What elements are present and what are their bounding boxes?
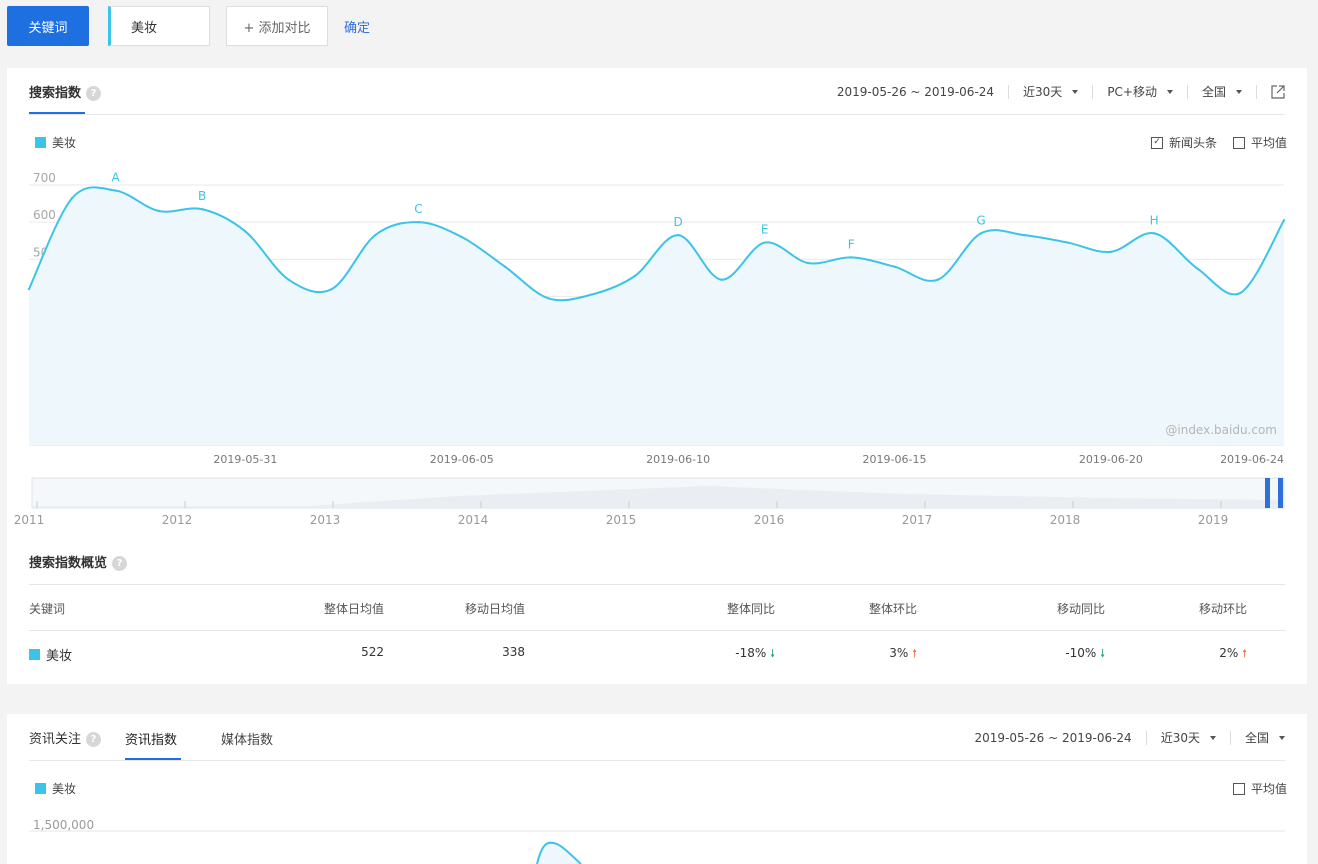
data-point[interactable] [1023, 233, 1026, 237]
header-overall-mom: 整体环比 [868, 602, 917, 616]
news-index-chart[interactable]: 1,500,000 [7, 714, 1307, 864]
data-point[interactable] [1239, 291, 1242, 294]
header-mobile-avg: 移动日均值 [464, 602, 525, 616]
row-keyword: 美妆 [29, 645, 72, 664]
arrow-down-icon: 🠗 [770, 647, 775, 660]
search-index-chart[interactable]: 100200300400500600700 ABCDEFGH 2019-05-3… [7, 68, 1307, 538]
arrow-up-icon: 🠕 [1242, 647, 1247, 660]
event-marker-label[interactable]: G [976, 213, 985, 227]
keyword-input[interactable]: 美妆 [108, 6, 210, 46]
header-overall-avg: 整体日均值 [323, 602, 384, 616]
watermark: @index.baidu.com [1165, 423, 1277, 437]
search-index-panel: 搜索指数? 2019-05-26 ~ 2019-06-24 近30天 PC+移动… [7, 68, 1307, 684]
area-fill [29, 187, 1284, 445]
x-tick-label: 2019-06-15 [863, 453, 927, 466]
range-year-label: 2011 [14, 513, 45, 527]
news-panel: 资讯关注? 资讯指数 媒体指数 2019-05-26 ~ 2019-06-24 … [7, 714, 1307, 864]
mobile-yoy-value: -10% [1065, 646, 1097, 660]
divider [29, 584, 1285, 585]
x-tick-label: 2019-06-10 [646, 453, 710, 466]
data-point[interactable] [503, 265, 507, 268]
event-marker-label[interactable]: B [198, 189, 206, 203]
data-point[interactable] [287, 278, 290, 281]
header-mobile-mom: 移动环比 [1198, 602, 1247, 616]
range-year-label: 2018 [1050, 513, 1081, 527]
data-point[interactable] [936, 278, 939, 281]
data-point[interactable] [893, 265, 896, 268]
row-keyword-label: 美妆 [46, 649, 73, 664]
divider [29, 630, 1285, 631]
data-point[interactable] [1066, 241, 1069, 244]
data-point[interactable] [763, 241, 766, 244]
data-point[interactable] [979, 232, 983, 235]
legend-swatch [29, 649, 40, 660]
keyword-value: 美妆 [131, 20, 158, 36]
data-point[interactable] [720, 278, 723, 281]
range-handle-right[interactable] [1278, 478, 1283, 508]
data-point[interactable] [850, 256, 853, 259]
data-point[interactable] [244, 230, 247, 233]
data-point[interactable] [1109, 250, 1113, 254]
header-overall-yoy: 整体同比 [726, 602, 775, 616]
event-marker-label[interactable]: D [674, 215, 683, 229]
overall-mom-value: 3% [889, 646, 909, 660]
row-overall-mom: 3% 🠕 [889, 645, 917, 664]
x-tick-label: 2019-06-24 [1220, 453, 1284, 466]
header-mobile-yoy: 移动同比 [1056, 602, 1105, 616]
data-point[interactable] [547, 297, 550, 300]
row-overall-avg: 522 [361, 645, 384, 659]
range-year-label: 2019 [1198, 513, 1229, 527]
data-point[interactable] [676, 233, 680, 237]
data-point[interactable] [374, 233, 377, 237]
data-point[interactable] [1282, 219, 1286, 222]
range-handle-left[interactable] [1265, 478, 1270, 508]
y-tick-label: 600 [33, 208, 56, 222]
help-icon[interactable]: ? [112, 556, 128, 571]
x-tick-label: 2019-05-31 [213, 453, 277, 466]
overview-title: 搜索指数概览? [29, 552, 128, 571]
row-overall-yoy: -18% 🠗 [735, 645, 775, 664]
data-point[interactable] [1152, 232, 1156, 235]
top-bar: 关键词 美妆 + 添加对比 确定 [0, 0, 1318, 56]
range-year-label: 2014 [458, 513, 489, 527]
x-tick-label: 2019-06-20 [1079, 453, 1143, 466]
range-year-label: 2012 [162, 513, 193, 527]
data-point[interactable] [27, 287, 31, 291]
data-point[interactable] [590, 293, 593, 296]
data-point[interactable] [71, 196, 74, 200]
x-tick-label: 2019-06-05 [430, 453, 494, 466]
mobile-mom-value: 2% [1219, 646, 1239, 660]
keyword-button[interactable]: 关键词 [7, 6, 89, 46]
data-point[interactable] [330, 287, 334, 291]
confirm-link[interactable]: 确定 [344, 17, 370, 36]
range-year-label: 2016 [754, 513, 785, 527]
event-marker-label[interactable]: E [761, 223, 769, 237]
add-compare-button[interactable]: + 添加对比 [226, 6, 328, 46]
event-marker-label[interactable]: H [1150, 213, 1159, 227]
row-mobile-yoy: -10% 🠗 [1065, 645, 1105, 664]
overall-yoy-value: -18% [735, 646, 767, 660]
event-marker-label[interactable]: C [414, 202, 422, 216]
arrow-down-icon: 🠗 [1100, 647, 1105, 660]
row-mobile-avg: 338 [502, 645, 525, 659]
data-point[interactable] [633, 274, 637, 278]
event-marker-label[interactable]: A [111, 171, 120, 185]
data-point[interactable] [157, 209, 161, 213]
data-point[interactable] [460, 235, 463, 239]
arrow-up-icon: 🠕 [912, 647, 917, 660]
event-marker-label[interactable]: F [848, 237, 855, 251]
range-year-label: 2013 [310, 513, 341, 527]
y-tick-label: 700 [33, 171, 56, 185]
range-year-label: 2017 [902, 513, 933, 527]
data-point[interactable] [1196, 267, 1199, 270]
news-y-tick: 1,500,000 [33, 818, 94, 832]
header-keyword: 关键词 [29, 602, 66, 616]
range-year-label: 2015 [606, 513, 637, 527]
data-point[interactable] [114, 189, 117, 192]
data-point[interactable] [200, 207, 204, 211]
data-point[interactable] [806, 261, 810, 265]
row-mobile-mom: 2% 🠕 [1219, 645, 1247, 664]
data-point[interactable] [417, 220, 420, 224]
